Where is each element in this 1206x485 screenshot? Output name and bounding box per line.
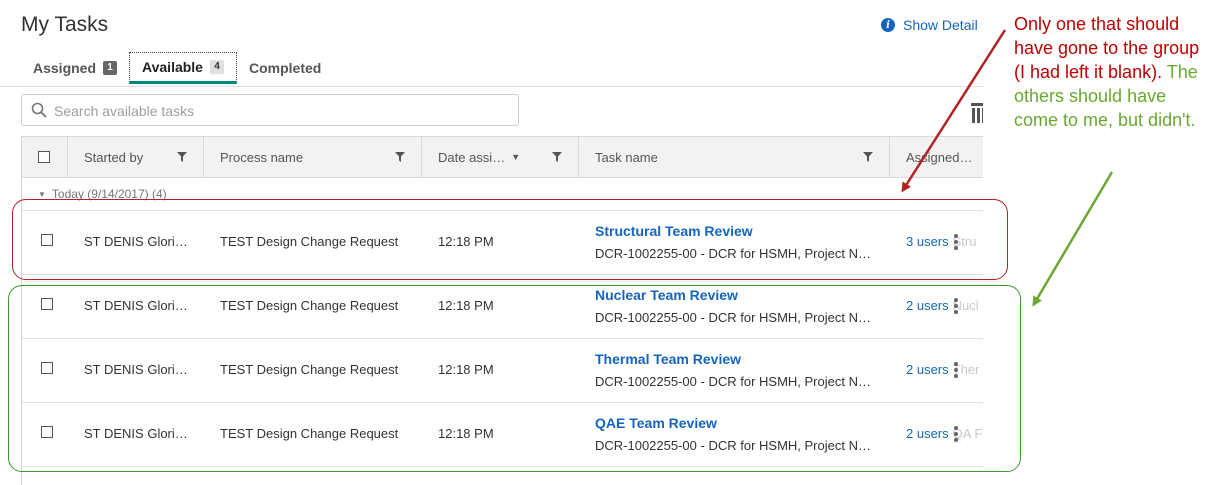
more-options-icon[interactable] [954,425,958,443]
header-select-cell [22,137,68,177]
tasks-grid: Started by Process name Date assi… ▼ Tas… [21,136,983,485]
header-assigned[interactable]: Assigned… [890,137,983,177]
assigned-users-count: 2 users [906,298,949,313]
assigned-users-link[interactable]: 2 users Nucl [906,298,979,313]
assigned-users-count: 3 users [906,234,949,249]
task-name-link[interactable]: Nuclear Team Review [595,287,738,303]
header-process-name-label: Process name [220,149,304,165]
process-name-cell: TEST Design Change Request [220,298,399,313]
more-options-icon[interactable] [954,297,958,315]
more-options-icon[interactable] [954,361,958,379]
task-description: DCR-1002255-00 - DCR for HSMH, Project N… [595,246,871,261]
assigned-users-count: 2 users [906,362,949,377]
table-row[interactable]: ST DENIS Glori… TEST Design Change Reque… [22,339,983,403]
search-input[interactable] [52,99,506,123]
task-description: DCR-1002255-00 - DCR for HSMH, Project N… [595,438,871,453]
header-task-name-label: Task name [595,149,658,165]
search-icon [31,102,47,118]
row-checkbox[interactable] [41,298,53,310]
started-by-cell: ST DENIS Glori… [84,426,188,441]
filter-icon[interactable] [395,152,405,162]
table-row[interactable]: ST DENIS Glori… TEST Design Change Reque… [22,275,983,339]
task-tabs: Assigned 1 Available 4 Completed [21,52,333,86]
header-process-name[interactable]: Process name [204,137,422,177]
task-description: DCR-1002255-00 - DCR for HSMH, Project N… [595,374,871,389]
search-box [21,94,519,126]
task-name-link[interactable]: QAE Team Review [595,415,717,431]
table-row[interactable]: ST DENIS Glori… TEST Design Change Reque… [22,403,983,467]
process-name-cell: TEST Design Change Request [220,234,399,249]
tab-assigned-count: 1 [103,61,118,75]
header-started-by[interactable]: Started by [68,137,204,177]
tab-available[interactable]: Available 4 [129,52,237,84]
header-date-assigned[interactable]: Date assi… ▼ [422,137,579,177]
sort-descending-icon[interactable]: ▼ [511,152,520,162]
filter-icon[interactable] [177,152,187,162]
column-chooser-icon[interactable] [971,103,983,123]
row-checkbox[interactable] [41,234,53,246]
row-checkbox[interactable] [41,362,53,374]
date-assigned-cell: 12:18 PM [438,234,494,249]
process-name-cell: TEST Design Change Request [220,362,399,377]
annotation-note: Only one that should have gone to the gr… [1014,12,1200,132]
process-name-cell: TEST Design Change Request [220,426,399,441]
collapse-caret-icon[interactable]: ▼ [38,190,46,199]
assigned-users-count: 2 users [906,426,949,441]
more-options-icon[interactable] [954,233,958,251]
date-assigned-cell: 12:18 PM [438,298,494,313]
tab-available-count: 4 [209,60,224,74]
header-started-by-label: Started by [84,149,144,165]
started-by-cell: ST DENIS Glori… [84,298,188,313]
tab-completed-label: Completed [248,60,322,76]
filter-icon[interactable] [552,152,562,162]
tabs-divider [0,86,983,87]
task-description: DCR-1002255-00 - DCR for HSMH, Project N… [595,310,871,325]
assigned-users-link[interactable]: 3 users Stru [906,234,976,249]
date-assigned-cell: 12:18 PM [438,426,494,441]
tab-assigned-label: Assigned [33,60,97,76]
select-all-checkbox[interactable] [38,151,50,163]
started-by-cell: ST DENIS Glori… [84,362,188,377]
green-arrow [1032,171,1114,307]
show-details-label: Show Detail [903,17,978,33]
header-task-name[interactable]: Task name [579,137,890,177]
group-row-today[interactable]: ▼ Today (9/14/2017) (4) [22,178,983,211]
info-icon: i [881,18,895,32]
started-by-cell: ST DENIS Glori… [84,234,188,249]
tab-available-label: Available [142,59,203,75]
task-name-link[interactable]: Structural Team Review [595,223,753,239]
page-title: My Tasks [21,13,109,36]
header-assigned-label: Assigned… [906,149,973,165]
assigned-users-link[interactable]: 2 users Ther [906,362,979,377]
group-label: Today (9/14/2017) (4) [51,187,167,201]
date-assigned-cell: 12:18 PM [438,362,494,377]
show-details-link[interactable]: i Show Detail [881,17,978,33]
table-row[interactable]: ST DENIS Glori… TEST Design Change Reque… [22,211,983,275]
my-tasks-app: My Tasks i Show Detail Assigned 1 Availa… [0,0,983,485]
assigned-users-link[interactable]: 2 users QA F [906,426,982,441]
row-checkbox[interactable] [41,426,53,438]
tab-assigned[interactable]: Assigned 1 [21,52,129,84]
header-date-assigned-label: Date assi… [438,149,506,165]
grid-header: Started by Process name Date assi… ▼ Tas… [22,136,983,178]
tab-completed[interactable]: Completed [237,52,333,84]
filter-icon[interactable] [863,152,873,162]
task-name-link[interactable]: Thermal Team Review [595,351,741,367]
